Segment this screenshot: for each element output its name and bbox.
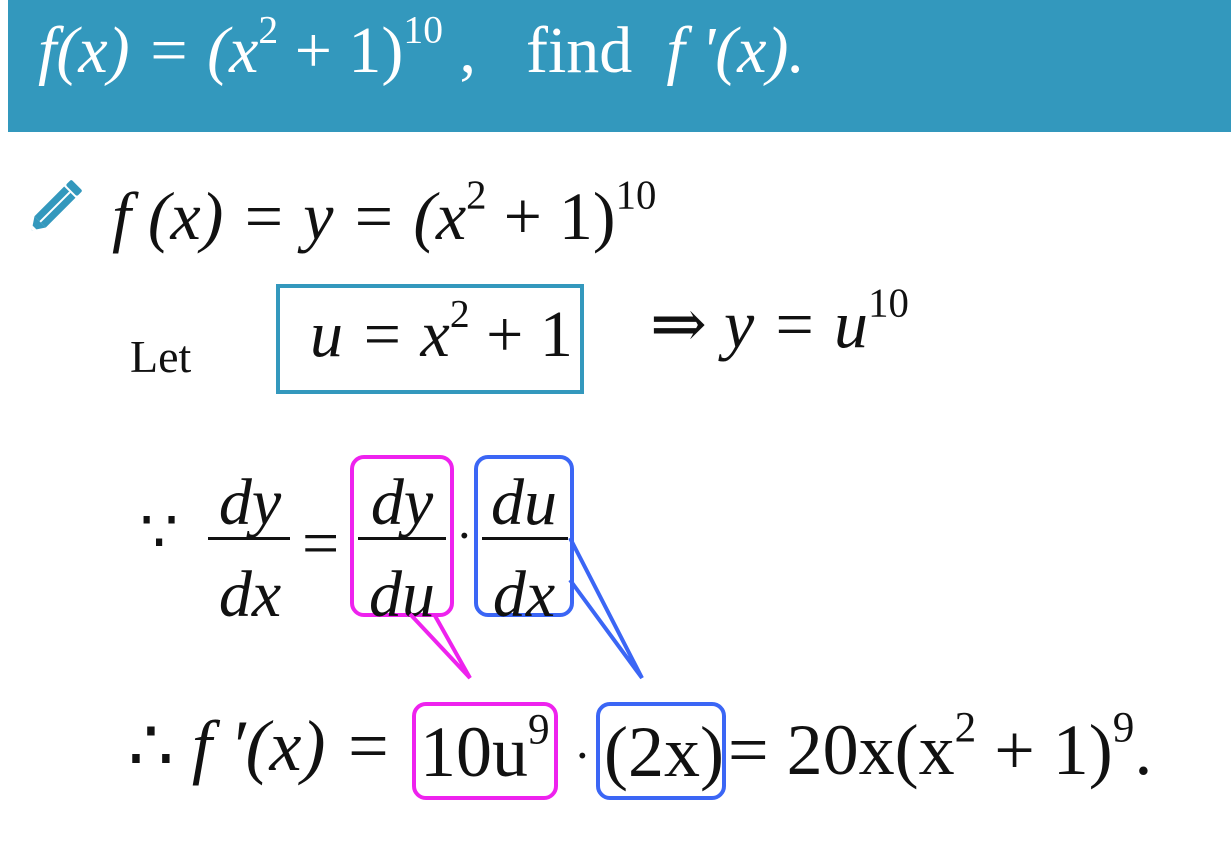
- problem-statement: f(x) = (x2 + 1)10 , find f '(x).: [38, 10, 805, 84]
- frac3-bar: [482, 537, 568, 540]
- substitution-expression: u = x2 + 1: [310, 294, 573, 368]
- blue-callout: [568, 537, 644, 680]
- rhs-mid: + 1): [976, 710, 1113, 790]
- result-rhs: = 20x(x2 + 1)9.: [728, 707, 1152, 786]
- result-lhs: f ′(x) =: [191, 706, 393, 786]
- implies-lhs: y = u: [723, 286, 869, 362]
- pencil-icon: [31, 180, 82, 231]
- sub-lhs: u = x: [310, 298, 450, 371]
- step1-mid: + 1): [486, 178, 616, 254]
- derivative-setup-line: f (x) = y = (x2 + 1)10: [112, 175, 656, 250]
- result-dot: ·: [574, 727, 591, 783]
- rhs-exp-1: 2: [954, 704, 977, 752]
- box1-exp: 9: [528, 706, 550, 754]
- rhs-end: .: [1134, 710, 1153, 790]
- problem-banner: f(x) = (x2 + 1)10 , find f '(x).: [8, 0, 1231, 132]
- implies-exp: 10: [868, 280, 909, 326]
- frac1-denominator: dx: [218, 558, 282, 631]
- step1-lhs: f (x) = y = (x: [112, 178, 467, 254]
- banner-find-word: find: [525, 14, 633, 87]
- implies-symbol: ⇒: [650, 286, 707, 362]
- frac3-denominator: dx: [492, 558, 556, 631]
- banner-mid: + 1): [278, 14, 404, 87]
- banner-lhs: f(x) = (x: [38, 14, 259, 87]
- frac3-numerator: du: [491, 466, 557, 539]
- step1-exp-1: 2: [466, 172, 487, 218]
- frac2-denominator: du: [369, 558, 435, 631]
- outer-derivative-value: 10u9: [420, 709, 550, 788]
- step1-exp-2: 10: [615, 172, 657, 218]
- sub-rhs: + 1: [469, 298, 573, 371]
- banner-exp-1: 2: [258, 7, 279, 52]
- result-line: ∴ f ′(x) =: [128, 710, 392, 782]
- rhs-exp-2: 9: [1112, 704, 1135, 752]
- chain-equals: =: [302, 507, 340, 580]
- sub-exp: 2: [449, 291, 470, 336]
- because-symbol: ∵: [140, 499, 179, 565]
- implies-expression: ⇒ y = u10: [650, 283, 909, 358]
- chain-dot: ·: [456, 507, 473, 563]
- box1-base: 10u: [420, 712, 528, 792]
- inner-derivative-value: (2x): [604, 712, 724, 792]
- frac2-bar: [358, 537, 446, 540]
- frac2-numerator: dy: [370, 466, 434, 539]
- rhs-main: = 20x(x: [728, 710, 955, 790]
- frac1-bar: [208, 537, 290, 540]
- frac1-numerator: dy: [218, 466, 282, 539]
- banner-comma: ,: [442, 14, 476, 87]
- banner-exp-2: 10: [403, 7, 443, 52]
- therefore-symbol: ∴: [128, 706, 174, 786]
- banner-find-target: f '(x).: [666, 14, 806, 87]
- let-label: Let: [130, 331, 192, 382]
